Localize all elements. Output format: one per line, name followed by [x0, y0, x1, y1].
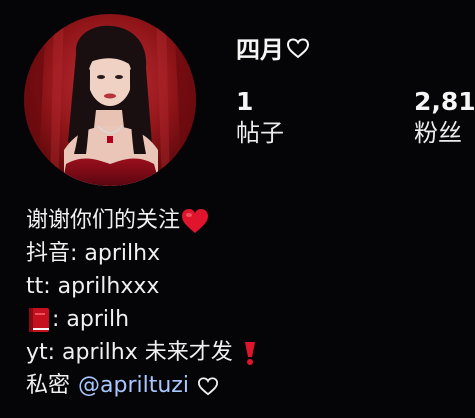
bio-line: 谢谢你们的关注 [26, 204, 475, 237]
followers-label: 粉丝 [414, 119, 462, 147]
bio-line: tt: aprilhxxx [26, 270, 475, 303]
followers-stat[interactable]: 2,81 粉丝 [414, 86, 475, 148]
bio-text: 抖音: aprilhx [26, 241, 161, 266]
bio-text: yt: aprilhx 未来才发 [26, 340, 233, 365]
bio-line: yt: aprilhx 未来才发 [26, 336, 475, 369]
bio-text: 谢谢你们的关注 [26, 208, 181, 233]
posts-label: 帖子 [236, 119, 284, 147]
posts-stat[interactable]: 1 帖子 [236, 86, 284, 148]
bio-text: tt: aprilhxxx [26, 274, 160, 299]
bio-line: 私密 @apriltuzi [26, 369, 475, 402]
red-heart-emoji-icon [182, 208, 209, 233]
posts-count: 1 [236, 87, 254, 116]
bio: 谢谢你们的关注 抖音: aprilhx tt: aprilhxxx : apri… [26, 204, 475, 402]
bio-text: : aprilh [52, 307, 130, 332]
red-exclamation-emoji-icon [244, 341, 255, 365]
username: 四月 [236, 30, 310, 65]
followers-count: 2,81 [414, 87, 475, 116]
bio-line: : aprilh [26, 303, 475, 336]
bio-text: 私密 [26, 373, 71, 398]
heart-outline-icon [286, 37, 310, 58]
username-text: 四月 [236, 36, 284, 64]
avatar-photo [24, 14, 196, 186]
mention-link[interactable]: @apriltuzi [78, 369, 189, 402]
red-book-emoji-icon [29, 307, 49, 332]
white-heart-outline-icon [197, 376, 218, 395]
avatar[interactable] [24, 14, 196, 186]
profile-screen: 四月 1 帖子 2,81 粉丝 谢谢你们的关注 抖音: aprilhx tt: … [0, 0, 475, 418]
bio-line: 抖音: aprilhx [26, 237, 475, 270]
